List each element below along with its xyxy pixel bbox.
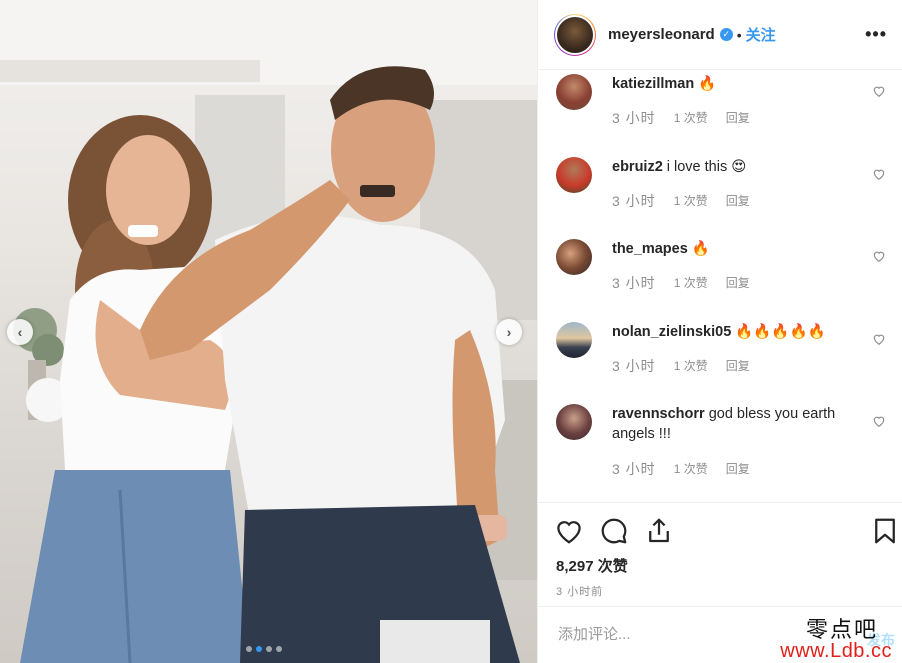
likes-count[interactable]: 8,297 次赞 xyxy=(556,555,628,576)
comment-body: i love this 😍 xyxy=(666,159,747,175)
comment-text: ravennschorr god bless you earth angels !… xyxy=(612,404,862,444)
reply-button[interactable]: 回复 xyxy=(726,110,750,126)
comment-time: 3 小时 xyxy=(612,461,656,477)
comment-likes[interactable]: 1 次赞 xyxy=(674,110,708,126)
comment-meta: 3 小时 1 次赞 回复 xyxy=(612,275,750,291)
share-icon[interactable] xyxy=(644,516,674,546)
commenter-avatar[interactable] xyxy=(556,322,592,358)
heart-icon[interactable] xyxy=(872,84,886,98)
comment-likes[interactable]: 1 次赞 xyxy=(674,193,708,209)
more-options-button[interactable]: ••• xyxy=(865,24,887,45)
comment-meta: 3 小时 1 次赞 回复 xyxy=(612,358,750,374)
header-separator: • xyxy=(736,26,742,43)
post-actions: 8,297 次赞 3 小时前 xyxy=(538,502,902,606)
comment-item: ebruiz2 i love this 😍 3 小时 1 次赞 回复 xyxy=(556,157,886,227)
comment-meta: 3 小时 1 次赞 回复 xyxy=(612,193,750,209)
comment-item: the_mapes 🔥 3 小时 1 次赞 回复 xyxy=(556,239,886,309)
carousel-indicators xyxy=(246,646,282,652)
carousel-dot xyxy=(276,646,282,652)
reply-button[interactable]: 回复 xyxy=(726,461,750,477)
bookmark-icon[interactable] xyxy=(870,516,900,546)
comment-text: nolan_zielinski05 🔥🔥🔥🔥🔥 xyxy=(612,322,862,342)
commenter-username[interactable]: ebruiz2 xyxy=(612,159,663,175)
post-photo[interactable]: ‹ › xyxy=(0,0,537,663)
comment-item: nolan_zielinski05 🔥🔥🔥🔥🔥 3 小时 1 次赞 回复 xyxy=(556,322,886,392)
comment-time: 3 小时 xyxy=(612,110,656,126)
photo-illustration xyxy=(0,0,537,663)
commenter-username[interactable]: ravennschorr xyxy=(612,406,705,422)
commenter-avatar[interactable] xyxy=(556,404,592,440)
post-side-panel: meyersleonard ✓ • 关注 ••• katiezillman 🔥 3… xyxy=(537,0,902,663)
commenter-avatar[interactable] xyxy=(556,239,592,275)
comment-time: 3 小时 xyxy=(612,358,656,374)
like-heart-icon[interactable] xyxy=(554,516,584,546)
comment-body: 🔥🔥🔥🔥🔥 xyxy=(735,324,826,340)
heart-icon[interactable] xyxy=(872,332,886,346)
comment-text: ebruiz2 i love this 😍 xyxy=(612,157,862,177)
reply-button[interactable]: 回复 xyxy=(726,358,750,374)
author-username[interactable]: meyersleonard xyxy=(608,26,715,43)
comment-meta: 3 小时 1 次赞 回复 xyxy=(612,110,750,126)
follow-button[interactable]: 关注 xyxy=(746,24,776,45)
heart-icon[interactable] xyxy=(872,167,886,181)
carousel-dot xyxy=(266,646,272,652)
comment-item: ravennschorr god bless you earth angels !… xyxy=(556,404,886,494)
commenter-avatar[interactable] xyxy=(556,157,592,193)
commenter-avatar[interactable] xyxy=(556,74,592,110)
carousel-prev-button[interactable]: ‹ xyxy=(7,319,33,345)
verified-badge-icon: ✓ xyxy=(719,28,733,41)
post-timestamp: 3 小时前 xyxy=(556,586,604,598)
heart-icon[interactable] xyxy=(872,414,886,428)
comment-bubble-icon[interactable] xyxy=(599,516,629,546)
reply-button[interactable]: 回复 xyxy=(726,275,750,291)
watermark-url: www.Ldb.cc xyxy=(780,640,892,662)
carousel-dot xyxy=(246,646,252,652)
commenter-username[interactable]: the_mapes xyxy=(612,241,688,257)
author-avatar[interactable] xyxy=(554,13,596,56)
carousel-next-button[interactable]: › xyxy=(496,319,522,345)
comment-likes[interactable]: 1 次赞 xyxy=(674,275,708,291)
comments-list[interactable]: katiezillman 🔥 3 小时 1 次赞 回复 ebruiz2 i love… xyxy=(538,70,902,502)
comment-likes[interactable]: 1 次赞 xyxy=(674,358,708,374)
post-header: meyersleonard ✓ • 关注 ••• xyxy=(538,0,902,70)
commenter-username[interactable]: katiezillman xyxy=(612,76,694,92)
comment-text: katiezillman 🔥 xyxy=(612,74,862,94)
comment-meta: 3 小时 1 次赞 回复 xyxy=(612,461,750,477)
comment-body: 🔥 xyxy=(691,241,710,257)
comment-item: katiezillman 🔥 3 小时 1 次赞 回复 xyxy=(556,74,886,144)
reply-button[interactable]: 回复 xyxy=(726,193,750,209)
comment-time: 3 小时 xyxy=(612,193,656,209)
comment-body: 🔥 xyxy=(698,76,717,92)
comment-time: 3 小时 xyxy=(612,275,656,291)
comment-input[interactable] xyxy=(556,625,800,644)
carousel-dot-active xyxy=(256,646,262,652)
comment-text: the_mapes 🔥 xyxy=(612,239,862,259)
comment-likes[interactable]: 1 次赞 xyxy=(674,461,708,477)
heart-icon[interactable] xyxy=(872,249,886,263)
commenter-username[interactable]: nolan_zielinski05 xyxy=(612,324,731,340)
